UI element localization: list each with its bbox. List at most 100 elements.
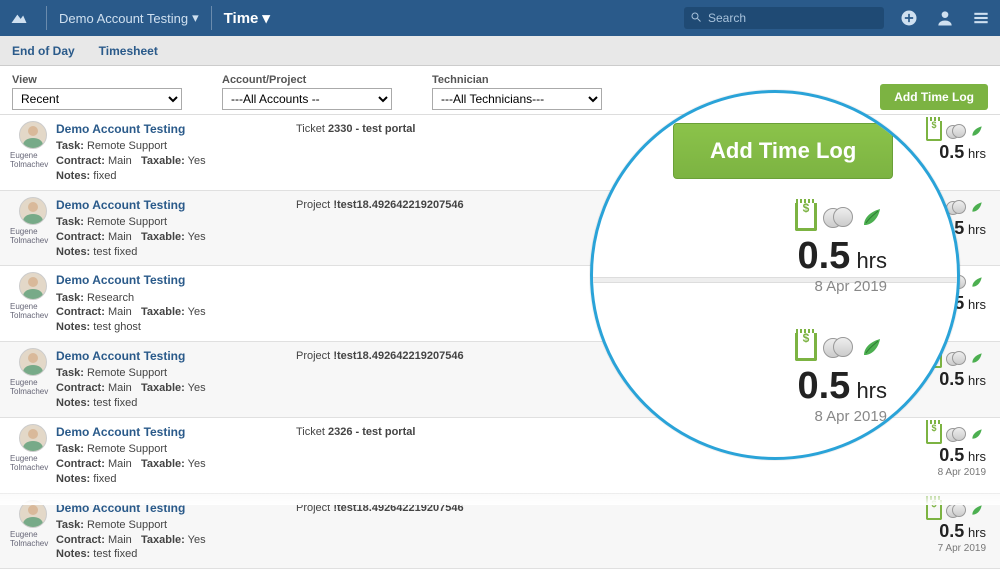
row-details: Demo Account Testing Task: Remote Suppor…: [56, 197, 296, 260]
avatar-column: Eugene Tolmachev: [10, 272, 56, 320]
leaf-icon: [857, 335, 887, 359]
account-name[interactable]: Demo Account Testing: [56, 121, 296, 137]
leaf-icon: [968, 275, 986, 289]
technician-label: Technician: [432, 74, 602, 86]
row-reference: Project !test18.492642219207546: [296, 197, 556, 211]
app-logo-icon[interactable]: [8, 7, 30, 29]
avatar-column: Eugene Tolmachev: [10, 197, 56, 245]
coins-icon: [946, 427, 964, 441]
avatar: [19, 424, 47, 452]
row-reference: Project !test18.492642219207546: [296, 348, 556, 362]
hours-value: 0.5: [797, 365, 850, 407]
toolbar-right: [898, 7, 992, 29]
hours-unit: hrs: [856, 248, 887, 273]
chevron-down-icon: ▾: [262, 9, 270, 27]
divider: [593, 277, 957, 283]
row-details: Demo Account Testing Task: Remote Suppor…: [56, 500, 296, 563]
account-name[interactable]: Demo Account Testing: [56, 197, 296, 213]
row-right: $ 0.5 hrs: [926, 121, 990, 163]
section-breadcrumb-label: Time: [224, 10, 259, 27]
hours-unit: hrs: [968, 449, 986, 464]
leaf-icon: [968, 427, 986, 441]
avatar: [19, 121, 47, 149]
search-wrapper: [684, 7, 884, 29]
row-right: $ 0.5 hrs 8 Apr 2019: [926, 424, 990, 478]
row-details: Demo Account Testing Task: Remote Suppor…: [56, 121, 296, 184]
hours-unit: hrs: [968, 525, 986, 540]
add-time-log-button-zoom[interactable]: Add Time Log: [673, 123, 893, 179]
receipt-icon: $: [795, 333, 817, 361]
row-details: Demo Account Testing Task: Remote Suppor…: [56, 424, 296, 487]
user-icon[interactable]: [934, 7, 956, 29]
account-label: Account/Project: [222, 74, 392, 86]
coins-icon: [946, 351, 964, 365]
hours-value: 0.5: [797, 235, 850, 277]
zoom-entry-2: $ 0.5 hrs 8 Apr 2019: [795, 333, 887, 425]
add-icon[interactable]: [898, 7, 920, 29]
tab-end-of-day[interactable]: End of Day: [8, 38, 79, 64]
hours-value: 0.5: [939, 445, 964, 465]
fade-overlay: [0, 485, 1000, 505]
row-reference: [296, 272, 556, 274]
leaf-icon: [968, 200, 986, 214]
coins-icon: [946, 124, 964, 138]
view-label: View: [12, 74, 182, 86]
account-breadcrumb-label: Demo Account Testing: [59, 11, 188, 26]
row-details: Demo Account Testing Task: Research Cont…: [56, 272, 296, 335]
avatar-column: Eugene Tolmachev: [10, 121, 56, 169]
avatar-column: Eugene Tolmachev: [10, 424, 56, 472]
account-name[interactable]: Demo Account Testing: [56, 348, 296, 364]
section-breadcrumb[interactable]: Time ▾: [220, 9, 274, 27]
technician-select[interactable]: ---All Technicians---: [432, 88, 602, 110]
chevron-down-icon: ▾: [192, 10, 199, 26]
avatar: [19, 197, 47, 225]
view-select[interactable]: Recent: [12, 88, 182, 110]
avatar-column: Eugene Tolmachev: [10, 348, 56, 396]
menu-icon[interactable]: [970, 7, 992, 29]
hours-unit: hrs: [856, 378, 887, 403]
account-breadcrumb[interactable]: Demo Account Testing ▾: [55, 10, 203, 26]
receipt-icon: $: [926, 424, 942, 444]
account-name[interactable]: Demo Account Testing: [56, 424, 296, 440]
divider: [46, 6, 47, 30]
row-reference: Ticket 2330 - test portal: [296, 121, 556, 135]
coins-icon: [823, 337, 851, 357]
hours-value: 0.5: [939, 369, 964, 389]
search-icon: [690, 11, 702, 26]
entry-date: 8 Apr 2019: [795, 408, 887, 425]
zoom-entry-1: $ 0.5 hrs 8 Apr 2019: [795, 203, 887, 295]
magnified-callout: Add Time Log $ 0.5 hrs 8 Apr 2019 $ 0.5 …: [590, 90, 960, 460]
leaf-icon: [857, 205, 887, 229]
receipt-icon: $: [926, 121, 942, 141]
account-name[interactable]: Demo Account Testing: [56, 272, 296, 288]
top-bar: Demo Account Testing ▾ Time ▾: [0, 0, 1000, 36]
entry-date: 7 Apr 2019: [938, 543, 986, 554]
entry-date: 8 Apr 2019: [938, 467, 986, 478]
hours-unit: hrs: [968, 297, 986, 312]
hours-unit: hrs: [968, 146, 986, 161]
avatar-label: Eugene Tolmachev: [10, 151, 56, 169]
row-right: $ 0.5 hrs 7 Apr 2019: [926, 500, 990, 554]
avatar-label: Eugene Tolmachev: [10, 454, 56, 472]
hours-unit: hrs: [968, 373, 986, 388]
avatar: [19, 272, 47, 300]
account-select[interactable]: ---All Accounts --: [222, 88, 392, 110]
entry-date: 8 Apr 2019: [795, 278, 887, 295]
search-input[interactable]: [684, 7, 884, 29]
add-time-log-button[interactable]: Add Time Log: [880, 84, 988, 110]
row-details: Demo Account Testing Task: Remote Suppor…: [56, 348, 296, 411]
hours-unit: hrs: [968, 222, 986, 237]
coins-icon: [823, 207, 851, 227]
leaf-icon: [968, 124, 986, 138]
avatar-label: Eugene Tolmachev: [10, 227, 56, 245]
tab-timesheet[interactable]: Timesheet: [95, 38, 162, 64]
receipt-icon: $: [795, 203, 817, 231]
avatar: [19, 348, 47, 376]
hours-value: 0.5: [939, 142, 964, 162]
avatar-label: Eugene Tolmachev: [10, 302, 56, 320]
sub-nav: End of Day Timesheet: [0, 36, 1000, 66]
row-reference: Ticket 2326 - test portal: [296, 424, 556, 438]
avatar-column: Eugene Tolmachev: [10, 500, 56, 548]
divider: [211, 6, 212, 30]
avatar-label: Eugene Tolmachev: [10, 530, 56, 548]
